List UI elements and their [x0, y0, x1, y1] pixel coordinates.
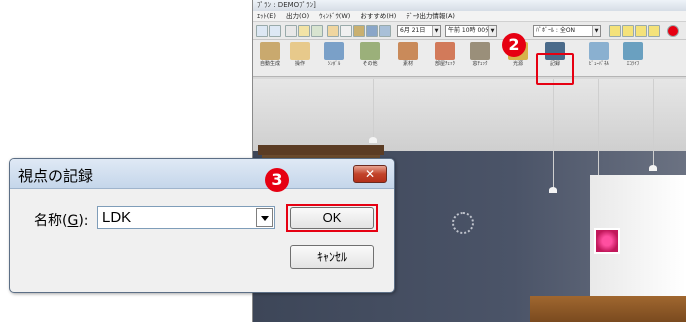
- dining-table: [530, 296, 686, 322]
- pendant-lamp: [549, 187, 557, 193]
- main-toolbar: 自動生成 操作 ｼﾝﾎﾞﾙ その他 素材 部屋ﾁｪｯｸ 窓ﾁｪｯｸ 光源 記録 …: [253, 40, 686, 77]
- pendant-lamp: [369, 137, 377, 143]
- tool-label: 部屋ﾁｪｯｸ: [434, 61, 455, 67]
- step-3-badge: 3: [265, 168, 289, 192]
- name-dropdown-button[interactable]: [256, 208, 273, 227]
- zoom-out-icon[interactable]: [269, 25, 281, 37]
- tool-label: 光源: [512, 61, 523, 67]
- menu-item[interactable]: 出力(O): [286, 12, 309, 20]
- grid-icon[interactable]: [311, 25, 323, 37]
- layer-icon[interactable]: [609, 25, 621, 37]
- layer-icon[interactable]: [622, 25, 634, 37]
- chevron-down-icon[interactable]: ▼: [432, 26, 440, 36]
- name-value: LDK: [102, 209, 132, 226]
- layer-icon[interactable]: [635, 25, 647, 37]
- pendant-cord: [653, 79, 654, 167]
- tool-eco-life[interactable]: ｴｺﾗｲﾌ: [617, 42, 649, 74]
- tool-label: ｼﾝﾎﾞﾙ: [327, 61, 341, 67]
- window-blind: [258, 145, 384, 155]
- app-titlebar: ﾌﾟﾗﾝ : DEMOﾌﾟﾗﾝ]: [253, 0, 686, 11]
- cancel-button[interactable]: ｷｬﾝｾﾙ: [290, 245, 374, 269]
- name-label-accesskey: G: [67, 213, 79, 229]
- view-panel-icon: [589, 42, 609, 60]
- name-label-prefix: 名称(: [34, 213, 68, 229]
- chevron-down-icon[interactable]: ▼: [488, 26, 496, 36]
- wall-art: [594, 228, 620, 254]
- close-icon: ✕: [364, 167, 376, 181]
- standard-toolbar: 6月 21日 ▼ 午前 10時 00分 ▼ ﾊﾟﾎﾞｰﾙ : 全ON ▼: [253, 22, 686, 40]
- zoom-in-icon[interactable]: [256, 25, 268, 37]
- dialog-title: 視点の記録: [18, 167, 94, 185]
- date-combo[interactable]: 6月 21日 ▼: [397, 25, 441, 37]
- tool-label: 自動生成: [259, 61, 280, 67]
- step-2-badge: 2: [502, 33, 526, 57]
- tool-material[interactable]: 素材: [393, 42, 423, 74]
- name-combobox[interactable]: LDK: [97, 206, 275, 229]
- camera-settings-icon[interactable]: [366, 25, 378, 37]
- time-combo[interactable]: 午前 10時 00分 ▼: [445, 25, 497, 37]
- tool-label: 素材: [402, 61, 413, 67]
- layer-icon[interactable]: [648, 25, 660, 37]
- tool-label: 操作: [294, 61, 305, 67]
- menu-item[interactable]: ｳｨﾝﾄﾞｳ(W): [319, 12, 350, 20]
- room-check-icon: [435, 42, 455, 60]
- auto-generate-icon: [260, 42, 280, 60]
- name-label-suffix: ):: [78, 213, 89, 229]
- record-viewpoint-dialog: 視点の記録 ✕ 名称(G): LDK OK ｷｬﾝｾﾙ: [9, 158, 395, 293]
- render-icon[interactable]: [379, 25, 391, 37]
- symbol-icon: [324, 42, 344, 60]
- window-check-icon: [470, 42, 490, 60]
- pendant-cord: [598, 79, 599, 179]
- eco-life-icon: [623, 42, 643, 60]
- operate-icon: [290, 42, 310, 60]
- chevron-down-icon: [261, 216, 269, 221]
- material-icon[interactable]: [353, 25, 365, 37]
- tool-label: 窓ﾁｪｯｸ: [472, 61, 488, 67]
- tool-label: ｴｺﾗｲﾌ: [626, 61, 640, 67]
- pendant-lamp: [649, 165, 657, 171]
- material-icon: [398, 42, 418, 60]
- help-icon[interactable]: [298, 25, 310, 37]
- tool-label: ﾋﾞｭｰﾊﾟﾈﾙ: [588, 61, 609, 67]
- tool-label: その他: [362, 61, 378, 67]
- tool-room-check[interactable]: 部屋ﾁｪｯｸ: [429, 42, 461, 74]
- pendant-cord: [553, 79, 554, 189]
- tool-window-check[interactable]: 窓ﾁｪｯｸ: [465, 42, 495, 74]
- time-value: 午前 10時 00分: [448, 27, 492, 34]
- wall-clock: [452, 212, 474, 234]
- chevron-down-icon[interactable]: ▼: [592, 26, 600, 36]
- font-icon[interactable]: [327, 25, 339, 37]
- dialog-titlebar: 視点の記録 ✕: [10, 159, 394, 189]
- date-value: 6月 21日: [400, 27, 426, 34]
- tool-symbol[interactable]: ｼﾝﾎﾞﾙ: [317, 42, 351, 74]
- close-button[interactable]: ✕: [353, 165, 387, 183]
- screenshot-stage: ﾌﾟﾗﾝ : DEMOﾌﾟﾗﾝ] ｴｯﾄ(E) 出力(O) ｳｨﾝﾄﾞｳ(W) …: [0, 0, 686, 322]
- tool-other[interactable]: その他: [355, 42, 385, 74]
- menu-item[interactable]: ﾃﾞｰﾀ出力情報(A): [406, 12, 455, 20]
- ceiling: [253, 79, 686, 151]
- other-icon: [360, 42, 380, 60]
- menu-item[interactable]: おすすめ(H): [360, 12, 396, 20]
- view-combo[interactable]: ﾊﾟﾎﾞｰﾙ : 全ON ▼: [533, 25, 601, 37]
- record-button-highlight: [536, 53, 574, 85]
- frame-icon[interactable]: [340, 25, 352, 37]
- print-icon[interactable]: [285, 25, 297, 37]
- menu-item[interactable]: ｴｯﾄ(E): [257, 12, 276, 20]
- app-title: ﾌﾟﾗﾝ : DEMOﾌﾟﾗﾝ]: [257, 1, 316, 9]
- view-value: ﾊﾟﾎﾞｰﾙ : 全ON: [536, 27, 576, 34]
- name-label: 名称(G):: [34, 210, 89, 230]
- stop-icon[interactable]: [667, 25, 679, 37]
- tool-view-panel[interactable]: ﾋﾞｭｰﾊﾟﾈﾙ: [583, 42, 615, 74]
- tool-operate[interactable]: 操作: [287, 42, 313, 74]
- ok-button[interactable]: OK: [290, 207, 374, 229]
- tool-auto-generate[interactable]: 自動生成: [257, 42, 283, 74]
- app-menubar: ｴｯﾄ(E) 出力(O) ｳｨﾝﾄﾞｳ(W) おすすめ(H) ﾃﾞｰﾀ出力情報(…: [253, 11, 686, 22]
- pendant-cord: [373, 79, 374, 139]
